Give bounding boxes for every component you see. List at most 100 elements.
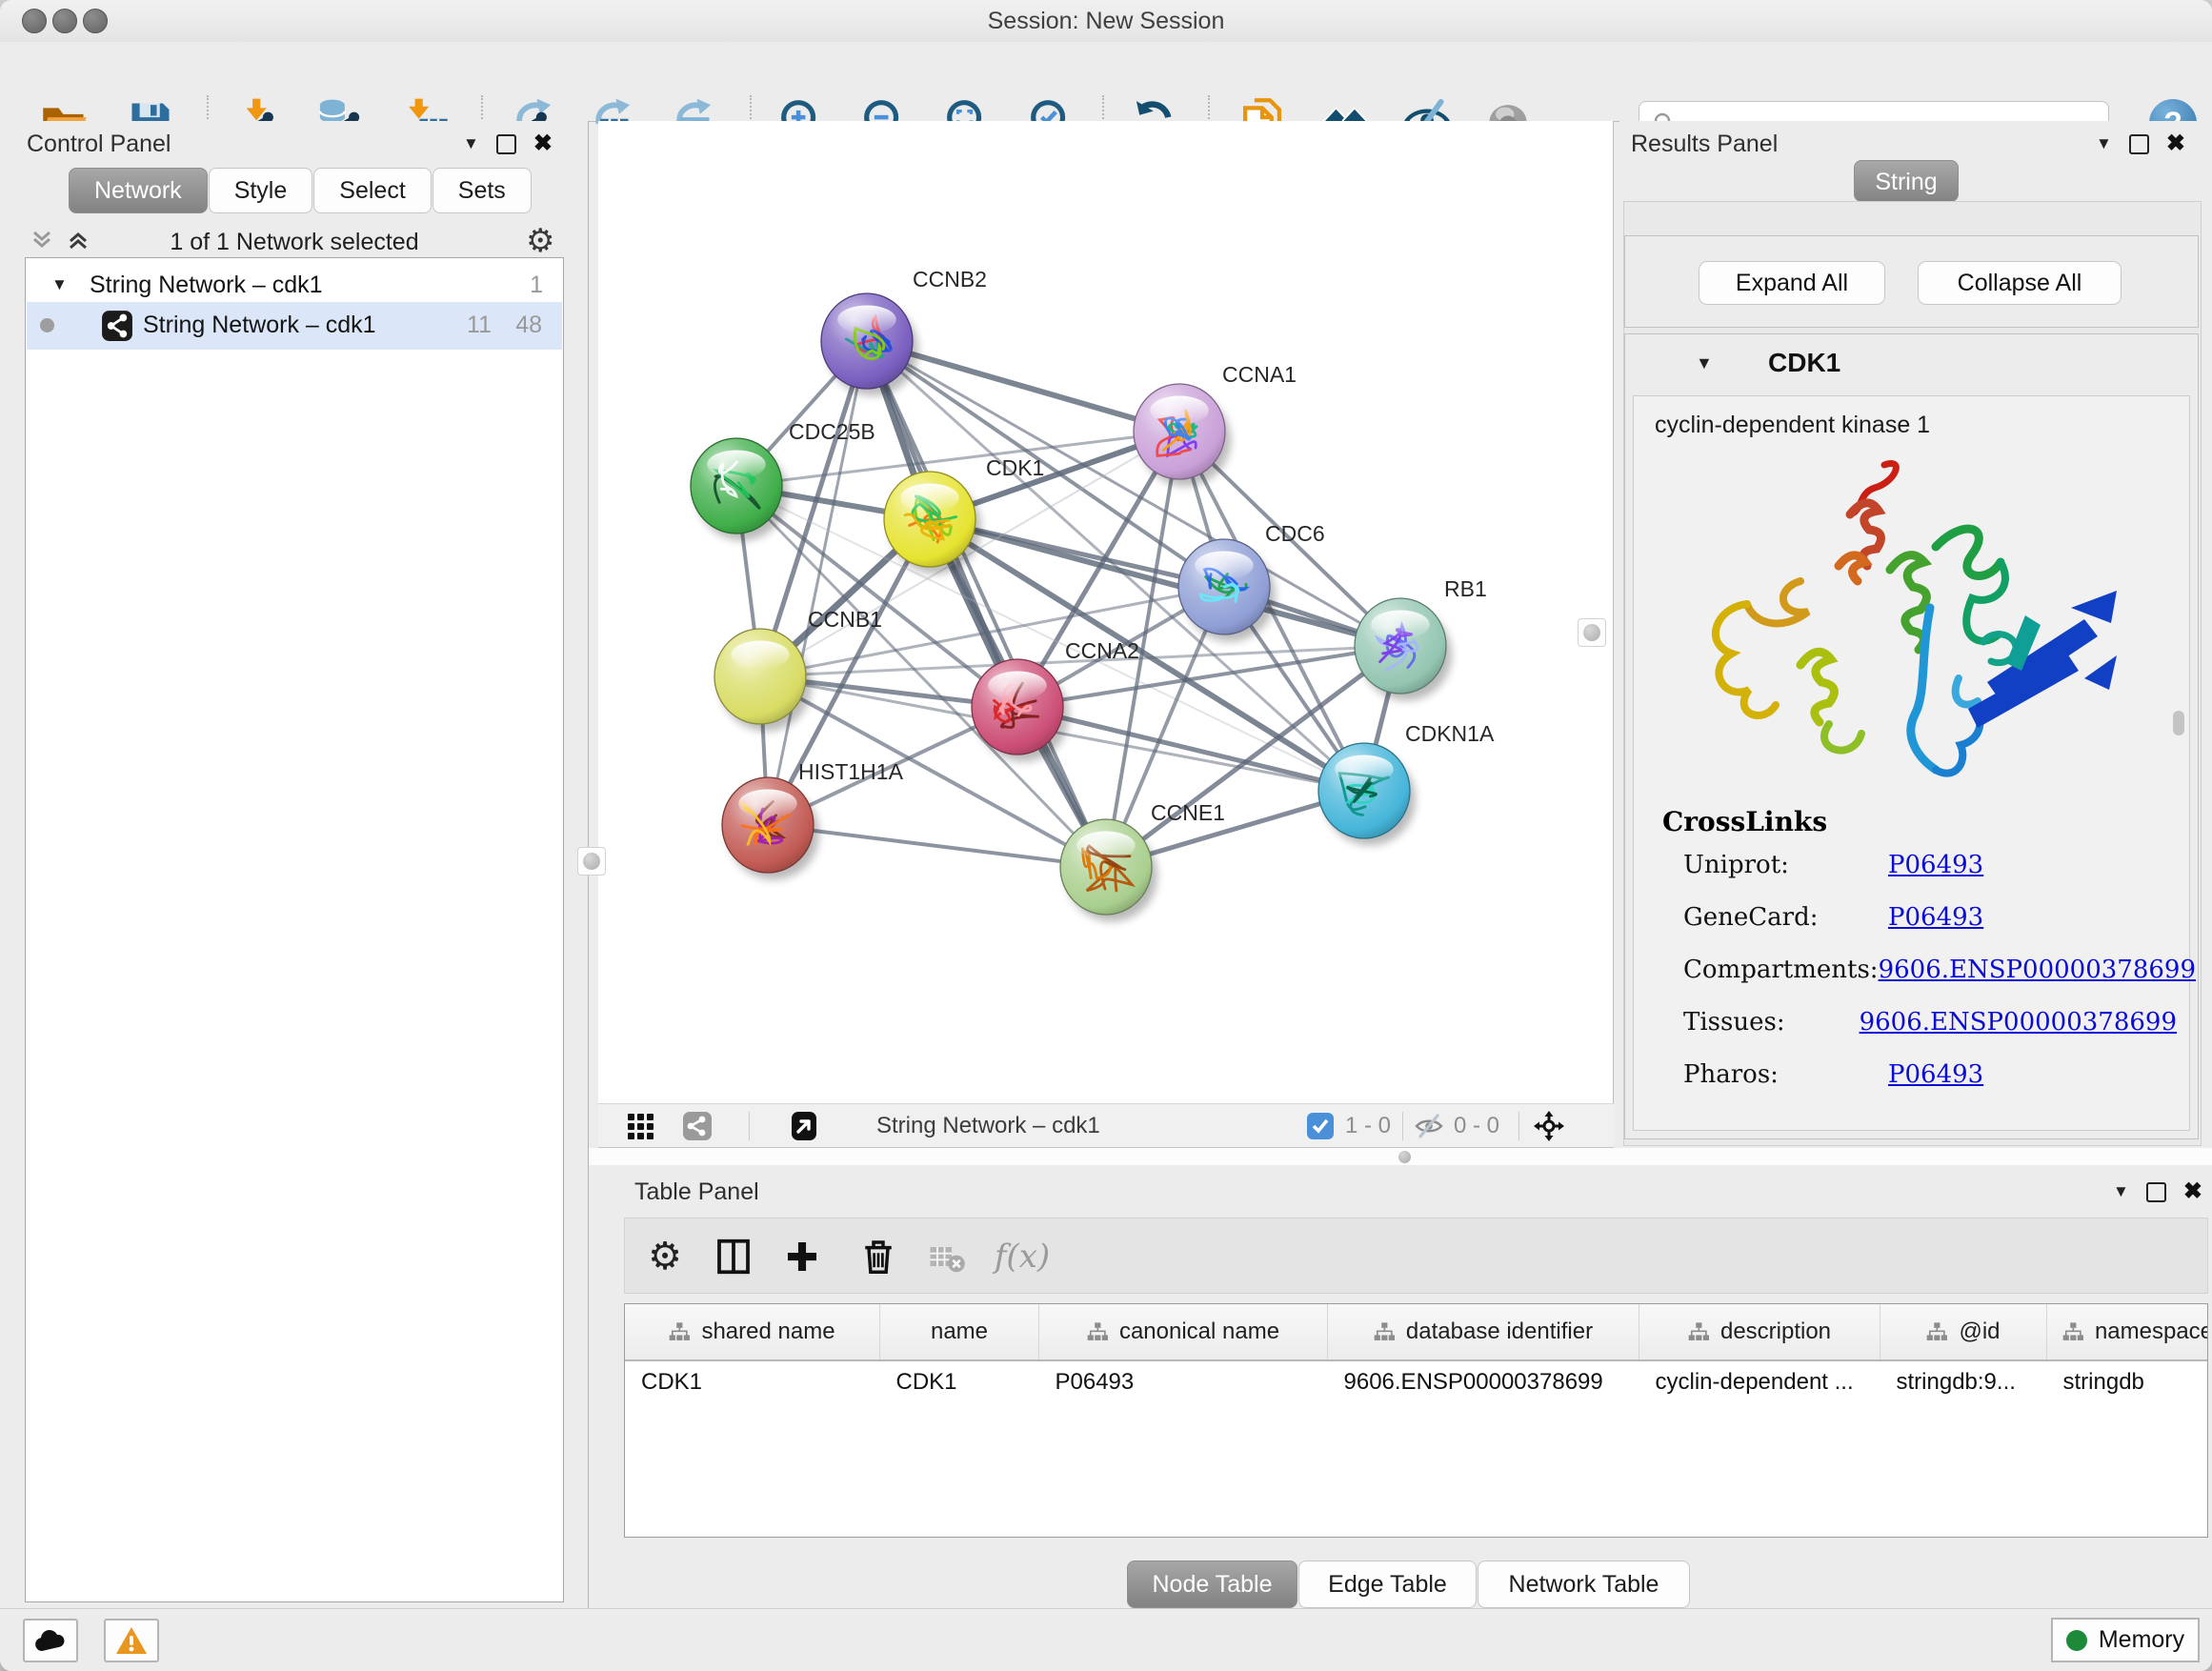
crosslink-row: GeneCard: P06493 (1662, 903, 2177, 956)
collapse-all-button[interactable]: Collapse All (1918, 261, 2122, 305)
float-panel-icon[interactable] (496, 134, 516, 154)
node-label-CCNA1: CCNA1 (1222, 362, 1297, 387)
crosslink-value-link[interactable]: 9606.ENSP00000378699 (1860, 1008, 2177, 1037)
crosslink-value-link[interactable]: 9606.ENSP00000378699 (1879, 956, 2196, 984)
application-window: Session: New Session ? Control Panel ▼ ✖… (0, 0, 2212, 1671)
move-crosshair-icon[interactable] (1530, 1107, 1568, 1145)
network-collection-row[interactable]: ▼ String Network – cdk1 1 (27, 266, 562, 306)
horizontal-splitter-handle[interactable] (1398, 1151, 1411, 1163)
column-header-namespace[interactable]: namespace (2047, 1304, 2209, 1360)
network-node-CDC25B[interactable] (691, 438, 788, 541)
left-splitter-handle[interactable] (577, 847, 606, 876)
hidden-counter: 0 - 0 (1454, 1113, 1499, 1139)
crosslinks-section: CrossLinks Uniprot: P06493GeneCard: P064… (1662, 806, 2177, 1113)
table-cell[interactable]: CDK1 (880, 1360, 1039, 1403)
network-node-CCNA1[interactable] (1134, 384, 1231, 487)
float-panel-icon[interactable] (2129, 134, 2149, 154)
close-panel-icon[interactable]: ✖ (2183, 1180, 2202, 1203)
collection-expander-icon[interactable]: ▼ (51, 275, 68, 294)
close-panel-icon[interactable]: ✖ (2166, 132, 2185, 155)
add-column-icon[interactable] (777, 1232, 827, 1281)
gene-description: cyclin-dependent kinase 1 (1655, 412, 1930, 439)
network-canvas[interactable]: CCNB2CCNA1CDC25BCDK1CDC6RB1CCNB1CCNA2CDK… (598, 121, 1614, 1103)
horizontal-splitter[interactable] (589, 1148, 2212, 1166)
tab-edge-table[interactable]: Edge Table (1298, 1560, 1477, 1608)
column-header-canonical-name[interactable]: canonical name (1039, 1304, 1328, 1360)
network-selection-summary: 1 of 1 Network selected (25, 229, 564, 256)
close-panel-icon[interactable]: ✖ (533, 132, 553, 155)
warnings-button[interactable] (104, 1619, 159, 1662)
crosslink-row: Pharos: P06493 (1662, 1060, 2177, 1113)
selected-checkbox-icon[interactable] (1305, 1107, 1336, 1145)
main-toolbar: ? (0, 42, 2212, 122)
collection-count: 1 (530, 272, 543, 299)
attribute-type-icon (2062, 1321, 2083, 1342)
table-row[interactable]: CDK1CDK1P064939606.ENSP00000378699cyclin… (625, 1360, 2208, 1403)
network-node-RB1[interactable] (1355, 598, 1452, 701)
panel-menu-icon[interactable]: ▼ (463, 134, 479, 153)
tab-sets[interactable]: Sets (432, 168, 532, 213)
network-edge-CCNB2-HIST1H1A[interactable] (768, 341, 867, 825)
birdseye-view-icon[interactable] (785, 1107, 823, 1145)
network-node-CCNA2[interactable] (972, 659, 1069, 762)
tab-style[interactable]: Style (209, 168, 313, 213)
network-edge-CCNA2-CDKN1A[interactable] (1017, 707, 1364, 791)
column-header-description[interactable]: description (1639, 1304, 1880, 1360)
network-node-CDC6[interactable] (1178, 539, 1276, 642)
tab-node-table[interactable]: Node Table (1127, 1560, 1297, 1608)
attribute-type-icon (1374, 1321, 1395, 1342)
tab-string[interactable]: String (1854, 160, 1959, 202)
network-row-selected[interactable]: String Network – cdk1 11 48 (27, 302, 562, 350)
table-cell[interactable]: cyclin-dependent ... (1639, 1360, 1880, 1403)
column-header-name[interactable]: name (880, 1304, 1039, 1360)
column-header--id[interactable]: @id (1880, 1304, 2047, 1360)
results-panel-title: Results Panel (1631, 131, 1778, 158)
network-node-CCNB2[interactable] (821, 293, 918, 396)
table-cell[interactable]: stringdb (2047, 1360, 2209, 1403)
tab-network[interactable]: Network (69, 168, 208, 213)
grid-view-icon[interactable] (621, 1107, 659, 1145)
string-results-body: Expand All Collapse All ▼ CDK1 cyclin-de… (1623, 201, 2202, 1146)
protein-structure-image (1686, 455, 2134, 798)
delete-column-icon[interactable] (854, 1232, 903, 1281)
crosslink-value-link[interactable]: P06493 (1888, 1060, 1983, 1089)
right-splitter-handle[interactable] (1578, 618, 1606, 647)
tab-select[interactable]: Select (313, 168, 431, 213)
memory-button[interactable]: Memory (2051, 1618, 2200, 1662)
column-header-shared-name[interactable]: shared name (625, 1304, 880, 1360)
expand-all-button[interactable]: Expand All (1699, 261, 1885, 305)
network-node-HIST1H1A[interactable] (722, 777, 819, 880)
panel-menu-icon[interactable]: ▼ (2113, 1182, 2129, 1201)
results-scrollbar-thumb[interactable] (2173, 711, 2184, 735)
network-node-CDK1[interactable] (884, 472, 981, 574)
node-label-HIST1H1A: HIST1H1A (798, 759, 904, 784)
gear-icon[interactable]: ⚙ (526, 222, 554, 260)
crosslink-value-link[interactable]: P06493 (1888, 851, 1983, 879)
title-bar: Session: New Session (0, 0, 2212, 42)
network-edge-CDK1-RB1[interactable] (930, 519, 1400, 646)
attribute-type-icon (669, 1321, 690, 1342)
function-builder-icon: f(x) (979, 1232, 1065, 1281)
attribute-type-icon (1926, 1321, 1947, 1342)
column-header-database-identifier[interactable]: database identifier (1328, 1304, 1639, 1360)
table-cell[interactable]: CDK1 (625, 1360, 880, 1403)
crosslink-value-link[interactable]: P06493 (1888, 903, 1983, 932)
crosslink-label: Tissues: (1683, 1008, 1860, 1037)
table-cell[interactable]: stringdb:9... (1880, 1360, 2047, 1403)
float-panel-icon[interactable] (2146, 1182, 2166, 1202)
crosslink-row: Uniprot: P06493 (1662, 851, 2177, 903)
table-cell[interactable]: P06493 (1039, 1360, 1328, 1403)
show-columns-icon[interactable] (709, 1232, 758, 1281)
table-cell[interactable]: 9606.ENSP00000378699 (1328, 1360, 1639, 1403)
table-settings-gear-icon[interactable]: ⚙ (640, 1232, 690, 1281)
collapse-entry-icon[interactable]: ▼ (1696, 353, 1713, 373)
cloud-button[interactable] (23, 1619, 78, 1662)
network-node-CDKN1A[interactable] (1318, 743, 1416, 846)
panel-menu-icon[interactable]: ▼ (2096, 134, 2112, 153)
node-label-CCNB1: CCNB1 (808, 607, 882, 632)
node-result-header[interactable]: ▼ CDK1 (1625, 334, 2198, 395)
share-view-icon[interactable] (678, 1107, 716, 1145)
tab-network-table[interactable]: Network Table (1478, 1560, 1690, 1608)
node-table: shared namenamecanonical namedatabase id… (624, 1303, 2208, 1538)
network-node-CCNE1[interactable] (1060, 819, 1157, 922)
